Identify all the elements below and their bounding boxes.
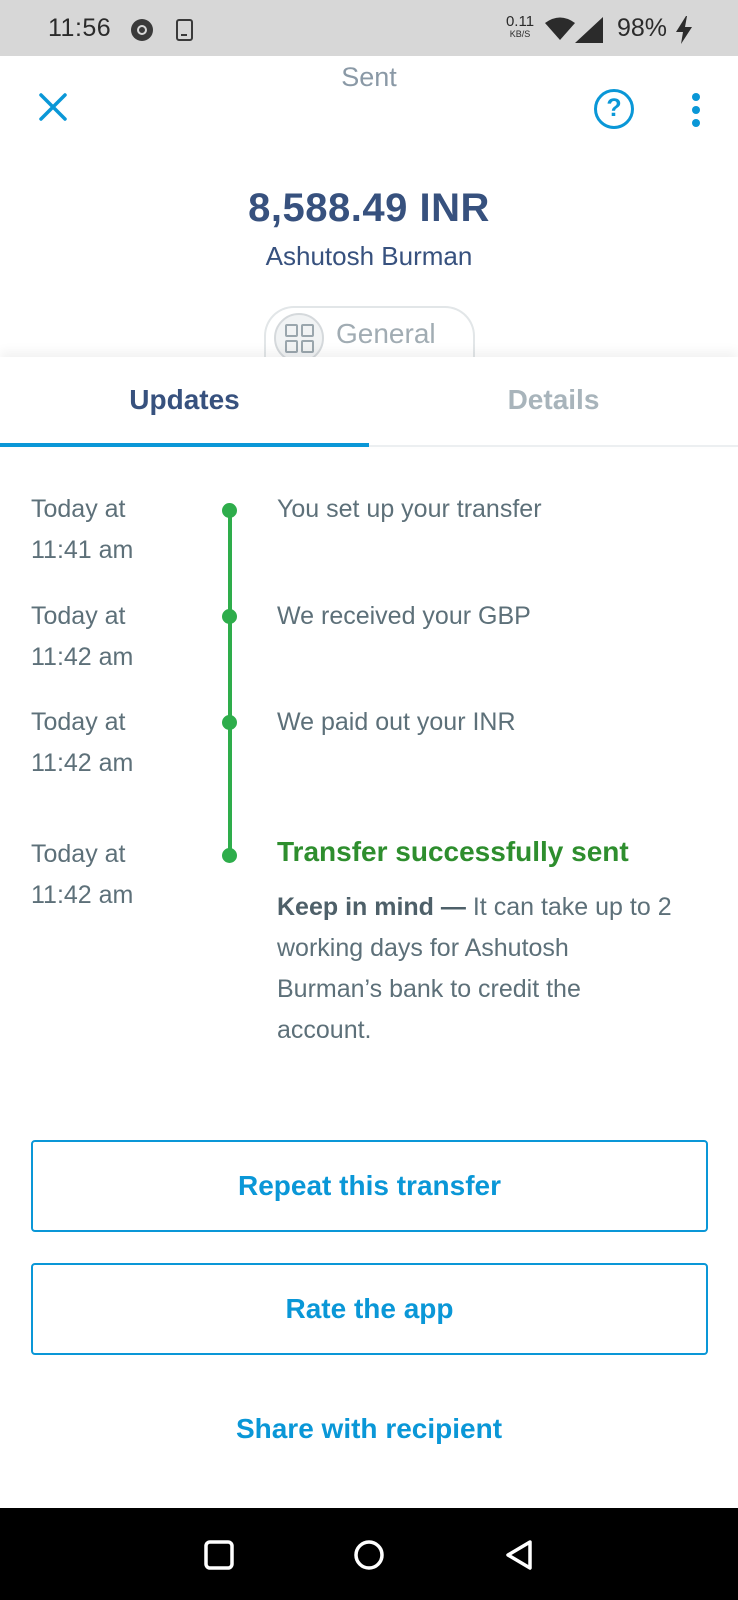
timeline-dot	[222, 848, 237, 863]
tab-bar: Updates Details	[0, 357, 738, 447]
back-icon[interactable]	[502, 1538, 536, 1572]
status-bar: 11:56 0.11 KB/S 98%	[0, 0, 738, 56]
system-nav-bar	[0, 1508, 738, 1600]
share-with-recipient-link[interactable]: Share with recipient	[0, 1413, 738, 1445]
network-speed-value: 0.11	[505, 13, 535, 30]
timeline-time: Today at 11:41 am	[31, 489, 201, 571]
timeline-time-clock: 11:41 am	[31, 536, 134, 564]
transfer-success-heading: Transfer successfully sent	[277, 836, 629, 867]
recipient-name: Ashutosh Burman	[265, 241, 473, 271]
help-icon: ?	[606, 94, 622, 122]
signal-icon	[575, 17, 603, 43]
repeat-transfer-button[interactable]: Repeat this transfer	[31, 1140, 708, 1232]
timeline-time-clock: 11:42 am	[31, 643, 134, 671]
charging-icon	[676, 16, 692, 44]
more-icon-dot	[692, 106, 700, 114]
timeline-line	[228, 509, 232, 857]
timeline-text: You set up your transfer	[277, 495, 542, 523]
category-grid-icon	[274, 313, 324, 363]
timeline-dot	[222, 715, 237, 730]
status-time: 11:56	[48, 14, 112, 42]
timeline-time-day: Today at	[31, 708, 126, 736]
more-icon	[692, 93, 700, 101]
rate-app-button[interactable]: Rate the app	[31, 1263, 708, 1355]
tab-updates[interactable]: Updates	[0, 357, 369, 445]
network-speed: 0.11 KB/S	[503, 14, 537, 39]
category-chip[interactable]: General	[264, 306, 475, 364]
timeline-time-clock: 11:42 am	[31, 881, 134, 909]
timeline-dot	[222, 609, 237, 624]
timeline-dot	[222, 503, 237, 518]
timeline-time: Today at 11:42 am	[31, 834, 201, 916]
close-icon	[39, 93, 67, 121]
transfer-amount: 8,588.49 INR	[248, 186, 490, 230]
notification-icon	[131, 19, 153, 41]
timeline-time: Today at 11:42 am	[31, 596, 201, 678]
timeline-text: We received your GBP	[277, 602, 531, 630]
timeline-text: We paid out your INR	[277, 708, 516, 736]
wifi-icon	[545, 17, 575, 40]
page-title: Sent	[341, 62, 397, 92]
network-speed-unit: KB/S	[509, 29, 531, 39]
download-icon	[176, 19, 193, 41]
tab-details[interactable]: Details	[369, 357, 738, 445]
recents-icon[interactable]	[202, 1538, 236, 1572]
timeline-time-day: Today at	[31, 495, 126, 523]
timeline-time-day: Today at	[31, 602, 126, 630]
more-options-button[interactable]	[688, 91, 704, 129]
category-label: General	[336, 318, 436, 349]
close-button[interactable]	[36, 90, 70, 124]
timeline-time: Today at 11:42 am	[31, 702, 201, 784]
timeline-time-clock: 11:42 am	[31, 749, 134, 777]
note-emphasis: Keep in mind —	[277, 893, 466, 921]
active-tab-indicator	[0, 443, 369, 447]
battery-percent: 98%	[617, 14, 668, 42]
more-icon-dot	[692, 119, 700, 127]
timeline-time-day: Today at	[31, 840, 126, 868]
home-icon[interactable]	[352, 1538, 386, 1572]
transfer-note: Keep in mind — It can take up to 2 worki…	[277, 887, 677, 1051]
help-button[interactable]: ?	[594, 89, 634, 129]
